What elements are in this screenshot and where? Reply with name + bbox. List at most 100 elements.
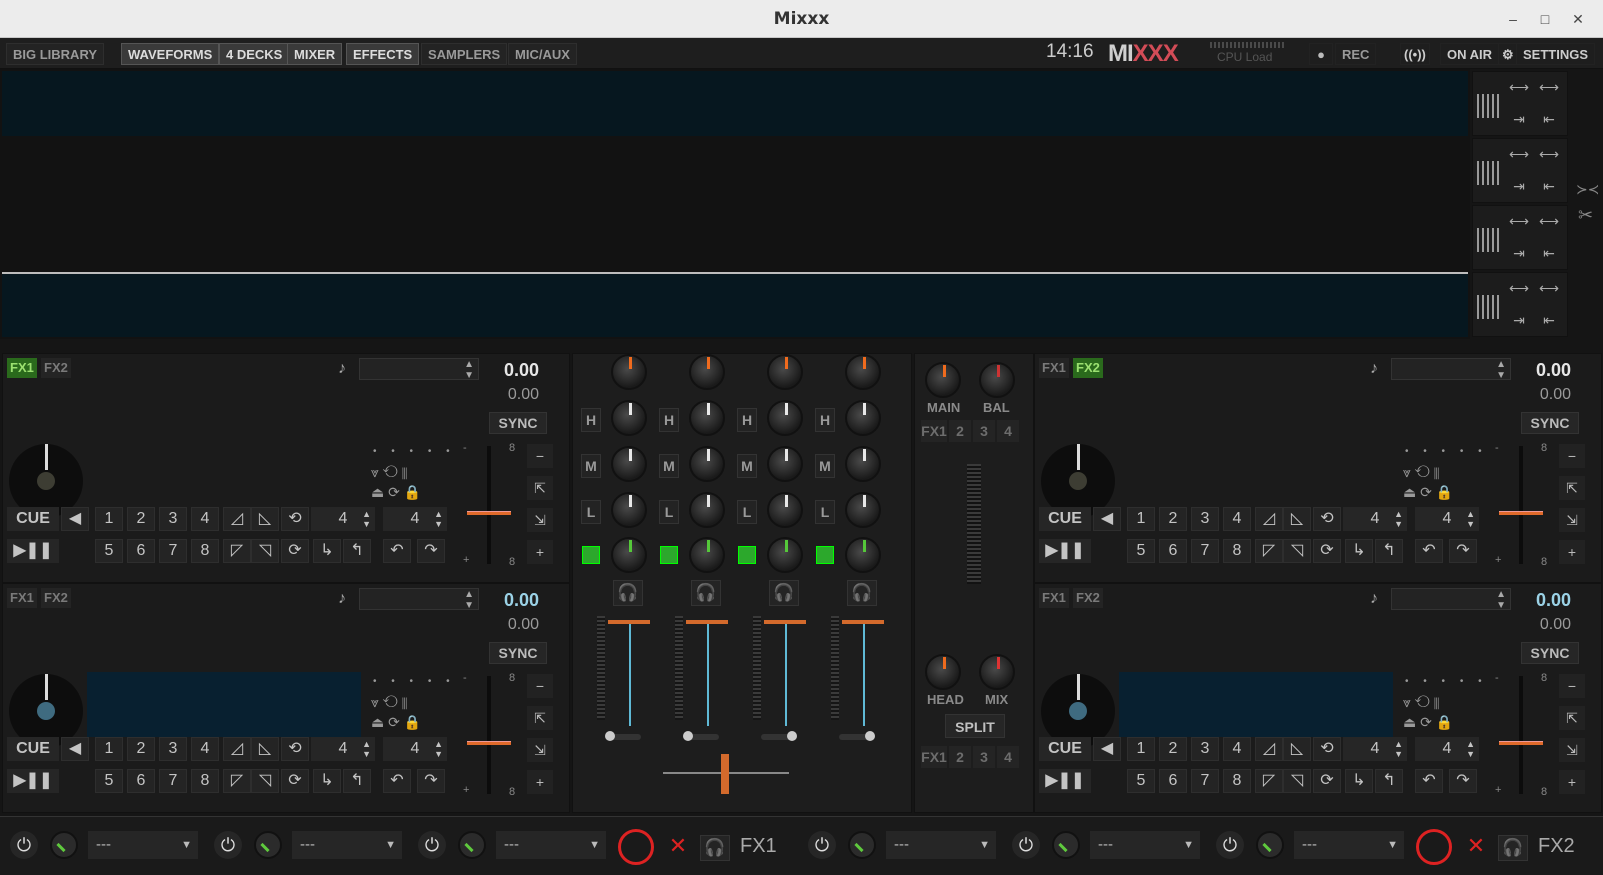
waveform-deck3[interactable] — [2, 205, 1468, 270]
eq-knob-h[interactable] — [767, 400, 803, 436]
fx-enable-indicator[interactable] — [738, 546, 756, 564]
sync-button[interactable]: SYNC — [489, 412, 547, 434]
filter-icon[interactable]: ⩔ ⟲ ⦀ — [371, 464, 408, 481]
deck-fx1-toggle[interactable]: FX1 — [1039, 358, 1069, 378]
crossfader-handle[interactable] — [721, 754, 729, 794]
reloop-icon[interactable]: ⟲ — [281, 737, 309, 761]
play-pause-button[interactable]: ▶❚❚ — [1039, 539, 1091, 563]
effect-headphone-icon[interactable]: 🎧 — [700, 835, 730, 861]
deck-fx2-toggle[interactable]: FX2 — [1073, 588, 1103, 608]
beatjump-fwd-icon[interactable]: ◹ — [1283, 769, 1311, 793]
hotcue-button[interactable]: 1 — [95, 737, 123, 761]
rate-up-icon[interactable]: + — [1559, 540, 1585, 564]
hotcue-button[interactable]: 5 — [1127, 769, 1155, 793]
rate-down-icon[interactable]: − — [527, 444, 553, 468]
headphone-cue-icon[interactable]: 🎧 — [691, 580, 721, 606]
effect-meta-knob[interactable] — [848, 831, 876, 859]
filter-icon[interactable]: ⩔ ⟲ ⦀ — [1403, 464, 1440, 481]
rate-down-icon[interactable]: − — [527, 674, 553, 698]
gear-icon[interactable]: ⚙ — [1498, 43, 1518, 65]
zoom-in-icon[interactable]: ⟷ — [1537, 76, 1561, 98]
rate-temp-down-icon[interactable]: ⇱ — [527, 706, 553, 730]
cue-button[interactable]: CUE — [7, 507, 59, 531]
effect-mix-knob[interactable] — [618, 829, 654, 865]
rate-up-icon[interactable]: + — [1559, 770, 1585, 794]
collapse-icon[interactable]: ≻≺ — [1576, 181, 1599, 198]
beatjump-size[interactable]: 4 ▲ ▼ — [383, 507, 447, 531]
effect-mix-knob[interactable] — [1416, 829, 1452, 865]
effect-power-icon[interactable]: ⏻ — [418, 831, 446, 859]
eq-knob-l[interactable] — [845, 492, 881, 528]
deck-fx2-toggle[interactable]: FX2 — [41, 588, 71, 608]
undo-icon[interactable]: ↶ — [1415, 539, 1443, 563]
quick-effect-knob[interactable] — [767, 537, 803, 573]
waveforms-button[interactable]: WAVEFORMS — [121, 43, 220, 65]
master-fx4-assign[interactable]: 4 — [997, 420, 1019, 442]
rate-up-icon[interactable]: + — [527, 540, 553, 564]
effect-clear-icon[interactable]: ✕ — [1458, 831, 1494, 861]
cue-button[interactable]: CUE — [1039, 737, 1091, 761]
hotcue-button[interactable]: 2 — [1159, 737, 1187, 761]
split-button[interactable]: SPLIT — [945, 714, 1005, 738]
reloop-icon[interactable]: ⟲ — [281, 507, 309, 531]
pitch-handle[interactable] — [1499, 741, 1543, 745]
hotcue-button[interactable]: 5 — [95, 539, 123, 563]
filter-icon[interactable]: ⩔ ⟲ ⦀ — [1403, 694, 1440, 711]
hotcue-button[interactable]: 8 — [1223, 769, 1251, 793]
hotcue-button[interactable]: 7 — [1191, 769, 1219, 793]
eq-knob-m[interactable] — [689, 446, 725, 482]
eq-knob-m[interactable] — [767, 446, 803, 482]
loop-out-icon[interactable]: ◺ — [1283, 507, 1311, 531]
beatloop-size[interactable]: 4 ▲ ▼ — [311, 507, 375, 531]
channel-gain-knob[interactable] — [845, 354, 881, 390]
volume-fader-handle[interactable] — [686, 620, 728, 624]
volume-fader-handle[interactable] — [608, 620, 650, 624]
close-button[interactable]: ✕ — [1570, 11, 1586, 27]
eq-knob-h[interactable] — [611, 400, 647, 436]
deck-fx1-toggle[interactable]: FX1 — [7, 588, 37, 608]
pitch-slider[interactable] — [1519, 446, 1523, 564]
eject-icon[interactable]: ⏏ ⟳ 🔒 — [371, 484, 421, 501]
hotcue-button[interactable]: 3 — [1191, 507, 1219, 531]
sync-button[interactable]: SYNC — [489, 642, 547, 664]
expand-icon[interactable]: ⇤ — [1537, 108, 1561, 130]
deck-fx1-toggle[interactable]: FX1 — [1039, 588, 1069, 608]
expand-icon[interactable]: ⇤ — [1537, 242, 1561, 264]
head-fx3-assign[interactable]: 3 — [973, 746, 995, 768]
undo-icon[interactable]: ↶ — [1415, 769, 1443, 793]
loop-move-back-icon[interactable]: ↳ — [313, 769, 341, 793]
effect-power-icon[interactable]: ⏻ — [1216, 831, 1244, 859]
loop-tools[interactable]: • • • • • ⩔ ⟲ ⦀ ⏏ ⟳ 🔒 — [369, 446, 457, 506]
track-overview[interactable] — [87, 672, 361, 737]
hotcue-button[interactable]: 7 — [159, 539, 187, 563]
headphone-cue-icon[interactable]: 🎧 — [769, 580, 799, 606]
loop-tools[interactable]: • • • • • ⩔ ⟲ ⦀ ⏏ ⟳ 🔒 — [1401, 676, 1489, 736]
rate-temp-down-icon[interactable]: ⇱ — [527, 476, 553, 500]
on-air-icon[interactable]: ((•)) — [1400, 43, 1430, 65]
reverse-icon[interactable]: ◀ — [1093, 737, 1121, 761]
effect-clear-icon[interactable]: ✕ — [660, 831, 696, 861]
beatjump-size[interactable]: 4 ▲ ▼ — [383, 737, 447, 761]
crossfader-orientation[interactable] — [839, 731, 875, 741]
play-pause-button[interactable]: ▶❚❚ — [1039, 769, 1091, 793]
filter-icon[interactable]: ⩔ ⟲ ⦀ — [371, 694, 408, 711]
loop-toggle-icon[interactable]: ⟳ — [1313, 769, 1341, 793]
hotcue-button[interactable]: 3 — [1191, 737, 1219, 761]
hotcue-button[interactable]: 5 — [1127, 539, 1155, 563]
fx-enable-indicator[interactable] — [660, 546, 678, 564]
deck-fx2-toggle[interactable]: FX2 — [1073, 358, 1103, 378]
rate-temp-down-icon[interactable]: ⇱ — [1559, 476, 1585, 500]
rate-down-icon[interactable]: − — [1559, 674, 1585, 698]
hotcue-button[interactable]: 6 — [127, 539, 155, 563]
effect-meta-knob[interactable] — [1052, 831, 1080, 859]
crossfader-orientation[interactable] — [683, 731, 719, 741]
minimize-button[interactable]: – — [1505, 11, 1521, 27]
beatjump-back-icon[interactable]: ◸ — [1255, 539, 1283, 563]
master-fx3-assign[interactable]: 3 — [973, 420, 995, 442]
loop-out-icon[interactable]: ◺ — [251, 507, 279, 531]
channel-gain-knob[interactable] — [689, 354, 725, 390]
eq-knob-l[interactable] — [611, 492, 647, 528]
key-selector[interactable]: ▲ ▼ — [359, 358, 479, 381]
rate-temp-up-icon[interactable]: ⇲ — [1559, 508, 1585, 532]
rate-up-icon[interactable]: + — [527, 770, 553, 794]
